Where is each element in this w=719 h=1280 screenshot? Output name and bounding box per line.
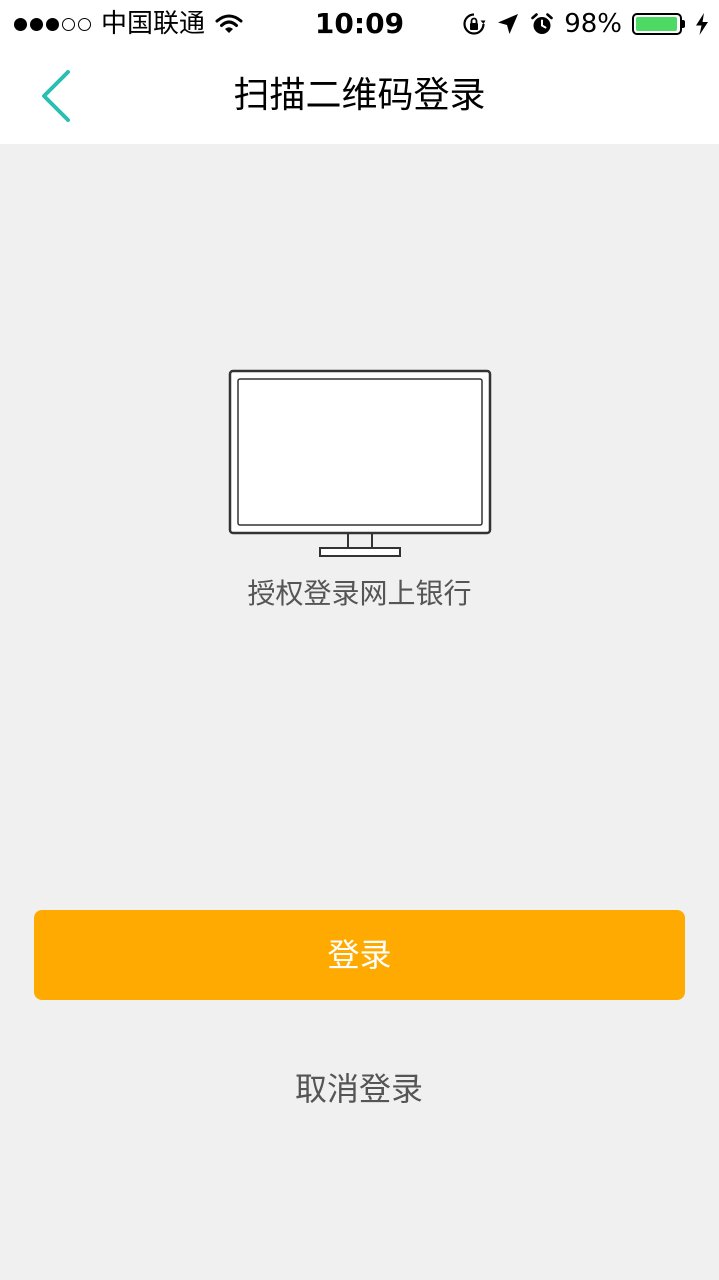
status-left: 中国联通 xyxy=(14,8,243,40)
nav-bar: 扫描二维码登录 xyxy=(0,48,719,144)
wifi-icon xyxy=(215,14,243,33)
status-right: 98% xyxy=(462,8,709,40)
cancel-login-button[interactable]: 取消登录 xyxy=(259,1064,459,1114)
battery-percent: 98% xyxy=(564,9,622,39)
alarm-icon xyxy=(531,13,554,34)
status-bar: 中国联通 10:09 98% xyxy=(0,0,719,48)
monitor-icon xyxy=(228,369,492,557)
signal-strength-icon xyxy=(14,17,91,31)
signal-dot xyxy=(46,17,59,31)
battery-body xyxy=(632,13,682,35)
carrier-name: 中国联通 xyxy=(101,9,206,39)
battery-icon xyxy=(632,13,685,35)
signal-dot xyxy=(14,17,27,31)
location-arrow-icon xyxy=(498,14,519,34)
login-button[interactable]: 登录 xyxy=(34,910,685,1000)
orientation-lock-icon xyxy=(463,13,486,35)
battery-fill xyxy=(636,17,678,31)
signal-dot xyxy=(30,17,43,31)
signal-dot xyxy=(62,17,75,31)
charging-bolt-icon xyxy=(696,13,708,35)
auth-description: 授权登录网上银行 xyxy=(247,577,472,610)
page-title: 扫描二维码登录 xyxy=(233,75,486,116)
signal-dot xyxy=(78,17,91,31)
battery-cap xyxy=(682,20,685,28)
